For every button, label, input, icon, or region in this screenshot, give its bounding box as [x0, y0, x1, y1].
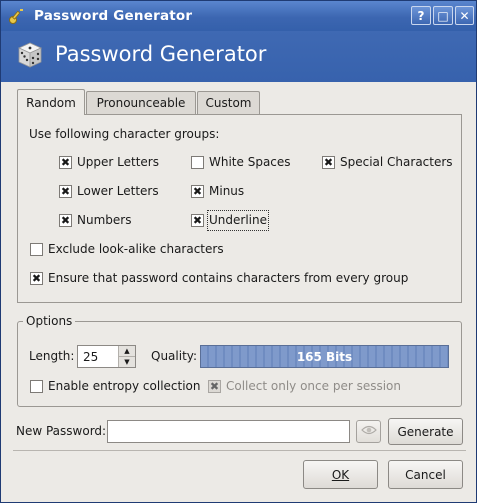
window-title: Password Generator: [34, 8, 193, 24]
tab-random[interactable]: Random: [17, 89, 85, 115]
lower-letters-label: Lower Letters: [77, 184, 159, 198]
reveal-password-button[interactable]: [356, 420, 381, 443]
quality-bar: 165 Bits: [200, 345, 449, 368]
ensure-every-group-label: Ensure that password contains characters…: [48, 271, 409, 285]
upper-letters-checkbox[interactable]: ✖: [59, 156, 72, 169]
dice-icon: [16, 40, 44, 73]
eye-icon: [360, 424, 377, 439]
groups-label: Use following character groups:: [29, 127, 220, 141]
quality-label: Quality:: [151, 349, 198, 363]
help-button[interactable]: ?: [411, 6, 431, 25]
help-icon: ?: [417, 8, 425, 23]
password-generator-window: Password Generator ? □ ✕ Password Genera…: [0, 0, 477, 503]
quality-text: 165 Bits: [296, 349, 353, 364]
exclude-lookalike-label: Exclude look-alike characters: [48, 242, 224, 256]
upper-letters-label: Upper Letters: [77, 155, 159, 169]
white-spaces-label: White Spaces: [209, 155, 291, 169]
collect-once-label: Collect only once per session: [226, 379, 401, 393]
close-icon: ✕: [459, 8, 470, 23]
separator: [13, 450, 466, 451]
tab-label: Pronounceable: [96, 96, 186, 110]
special-characters-checkbox[interactable]: ✖: [322, 156, 335, 169]
generate-label: Generate: [397, 424, 454, 439]
tab-pronounceable[interactable]: Pronounceable: [86, 91, 196, 114]
ok-button[interactable]: OK: [303, 460, 378, 489]
options-group-title: Options: [23, 314, 76, 328]
exclude-lookalike-checkbox[interactable]: [30, 243, 43, 256]
white-spaces-checkbox[interactable]: [191, 156, 204, 169]
title-bar[interactable]: Password Generator ? □ ✕: [1, 1, 476, 31]
maximize-icon: □: [437, 8, 449, 23]
spin-up-icon[interactable]: ▲: [119, 346, 135, 356]
entropy-label: Enable entropy collection: [48, 379, 201, 393]
tab-label: Custom: [205, 96, 252, 110]
spin-down-icon[interactable]: ▼: [119, 356, 135, 366]
collect-once-checkbox[interactable]: ✖: [208, 380, 221, 393]
lower-letters-checkbox[interactable]: ✖: [59, 185, 72, 198]
underline-checkbox[interactable]: ✖: [191, 214, 204, 227]
numbers-label: Numbers: [77, 213, 132, 227]
entropy-checkbox[interactable]: [30, 380, 43, 393]
length-label: Length:: [29, 349, 75, 363]
length-value: 25: [83, 350, 99, 364]
close-button[interactable]: ✕: [455, 6, 474, 25]
minus-checkbox[interactable]: ✖: [191, 185, 204, 198]
underline-label: Underline: [207, 210, 269, 231]
ok-label: OK: [331, 467, 350, 482]
cancel-label: Cancel: [405, 467, 446, 482]
tab-custom[interactable]: Custom: [197, 91, 260, 114]
ensure-every-group-checkbox[interactable]: ✖: [30, 272, 43, 285]
tab-label: Random: [26, 95, 76, 110]
spin-arrows: ▲ ▼: [118, 346, 135, 367]
maximize-button[interactable]: □: [433, 6, 453, 25]
special-characters-label: Special Characters: [340, 155, 453, 169]
cancel-button[interactable]: Cancel: [388, 460, 463, 489]
generate-button[interactable]: Generate: [388, 418, 463, 445]
new-password-label: New Password:: [16, 424, 107, 438]
header-title: Password Generator: [55, 42, 267, 66]
new-password-field[interactable]: [107, 420, 350, 443]
length-spinbox[interactable]: 25 ▲ ▼: [77, 345, 136, 368]
numbers-checkbox[interactable]: ✖: [59, 214, 72, 227]
minus-label: Minus: [209, 184, 245, 198]
key-icon: [8, 7, 26, 25]
